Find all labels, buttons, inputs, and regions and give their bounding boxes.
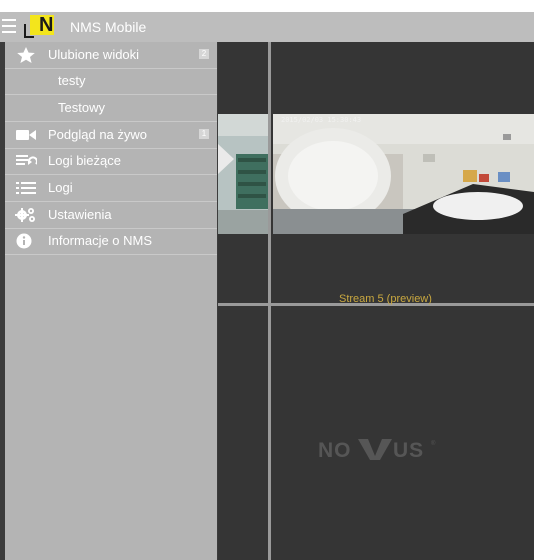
menu-icon[interactable] — [2, 19, 16, 33]
camera-timestamp-overlay: 2015/02/03 15:30:43 — [281, 116, 362, 124]
count-badge: 2 — [199, 49, 209, 59]
live-logs-icon — [15, 153, 38, 169]
menu-subitem-testy[interactable]: testy — [5, 68, 217, 95]
gears-icon — [15, 207, 37, 223]
svg-text:®: ® — [431, 440, 436, 447]
count-badge: 1 — [199, 129, 209, 139]
camera-image-main — [273, 114, 534, 234]
camera-icon — [15, 127, 37, 143]
app-toolbar: N NMS Mobile — [0, 12, 534, 42]
camera-grid: 2015/02/03 15:30:43 Stream 5 (preview) N… — [218, 42, 534, 560]
menu-subitem-testowy[interactable]: Testowy — [5, 95, 217, 122]
camera-image-left — [218, 114, 268, 234]
menu-item-logs[interactable]: Logi — [5, 175, 217, 202]
camera-feed-main[interactable]: 2015/02/03 15:30:43 — [273, 114, 534, 234]
menu-item-current-logs[interactable]: Logi bieżące — [5, 148, 217, 175]
svg-text:NO: NO — [318, 439, 352, 462]
camera-feed-left[interactable] — [218, 114, 268, 234]
app-window: 2015/02/03 15:30:43 Stream 5 (preview) N… — [0, 12, 534, 560]
menu-item-favorite-views[interactable]: Ulubione widoki 2 — [5, 42, 217, 69]
grid-divider-vertical — [268, 42, 271, 560]
stream-label: Stream 5 (preview) — [339, 293, 432, 305]
menu-item-settings[interactable]: Ustawienia — [5, 202, 217, 229]
info-icon — [15, 233, 37, 249]
star-icon — [15, 47, 37, 63]
navigation-drawer: Ulubione widoki 2 testy Testowy Podgląd … — [5, 42, 217, 560]
app-title: NMS Mobile — [70, 19, 147, 35]
novus-logo: NO US ® — [318, 436, 448, 467]
list-icon — [15, 180, 37, 196]
menu-item-about-nms[interactable]: Informacje o NMS — [5, 228, 217, 255]
svg-text:US: US — [393, 439, 424, 462]
nms-logo: N — [24, 14, 60, 38]
menu-item-live-view[interactable]: Podgląd na żywo 1 — [5, 122, 217, 149]
